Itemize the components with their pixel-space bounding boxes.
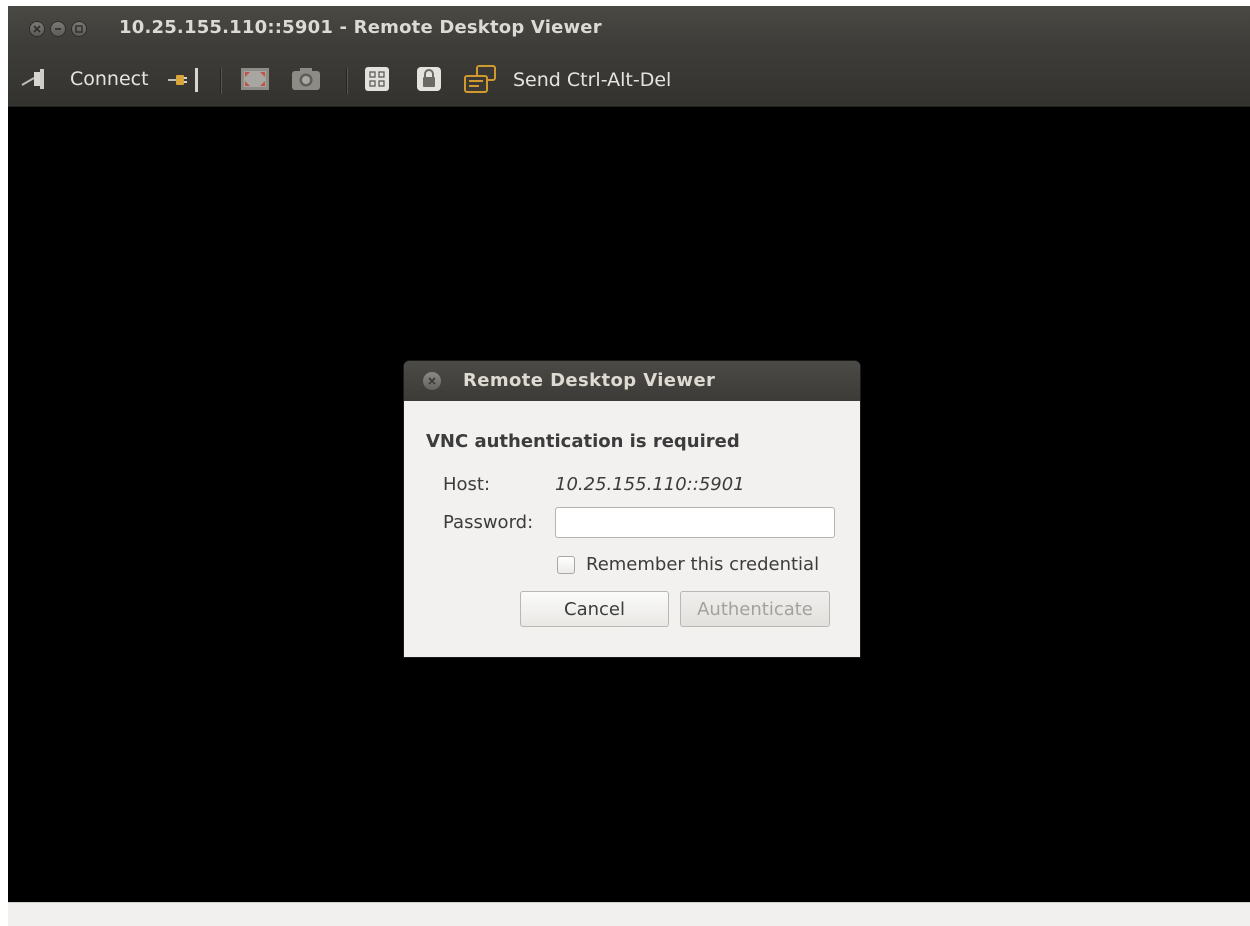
scale-icon bbox=[364, 66, 390, 92]
fullscreen-button[interactable] bbox=[240, 66, 270, 92]
connect-label: Connect bbox=[70, 68, 149, 90]
remember-credential-checkbox[interactable] bbox=[557, 556, 575, 574]
fullscreen-icon bbox=[240, 66, 270, 92]
dialog-heading: VNC authentication is required bbox=[426, 431, 740, 452]
send-ctrl-alt-del-label: Send Ctrl-Alt-Del bbox=[513, 69, 672, 91]
auth-dialog: Remote Desktop Viewer VNC authentication… bbox=[404, 361, 860, 657]
lock-icon bbox=[416, 66, 442, 92]
dialog-title: Remote Desktop Viewer bbox=[463, 370, 716, 391]
plug-disconnect-icon bbox=[166, 66, 206, 94]
disconnect-button[interactable] bbox=[166, 66, 206, 94]
close-icon[interactable] bbox=[29, 21, 45, 37]
screenshot-button[interactable] bbox=[291, 66, 321, 92]
dialog-titlebar[interactable]: Remote Desktop Viewer bbox=[404, 361, 860, 401]
send-ctrl-alt-del-button[interactable]: Send Ctrl-Alt-Del bbox=[463, 64, 671, 96]
authenticate-button[interactable]: Authenticate bbox=[680, 591, 830, 627]
remember-credential-label[interactable]: Remember this credential bbox=[586, 554, 819, 575]
plug-connect-icon bbox=[20, 66, 54, 92]
dialog-close-icon[interactable] bbox=[423, 372, 441, 390]
scaling-button[interactable] bbox=[364, 66, 390, 92]
status-bar bbox=[8, 902, 1250, 926]
maximize-icon[interactable] bbox=[71, 21, 87, 37]
toolbar: Connect Send Ctrl-Alt-Del bbox=[8, 52, 1250, 107]
window-title: 10.25.155.110::5901 - Remote Desktop Vie… bbox=[119, 17, 602, 38]
keyboard-lock-button[interactable] bbox=[416, 66, 442, 92]
camera-icon bbox=[291, 66, 321, 92]
window-titlebar[interactable]: 10.25.155.110::5901 - Remote Desktop Vie… bbox=[8, 6, 1250, 52]
host-label: Host: bbox=[443, 474, 491, 495]
password-label: Password: bbox=[443, 512, 534, 533]
minimize-icon[interactable] bbox=[50, 21, 66, 37]
password-input[interactable] bbox=[555, 507, 835, 538]
send-keys-icon bbox=[463, 64, 499, 96]
host-value: 10.25.155.110::5901 bbox=[555, 474, 745, 495]
cancel-button[interactable]: Cancel bbox=[520, 591, 669, 627]
connect-button[interactable]: Connect bbox=[20, 66, 149, 92]
